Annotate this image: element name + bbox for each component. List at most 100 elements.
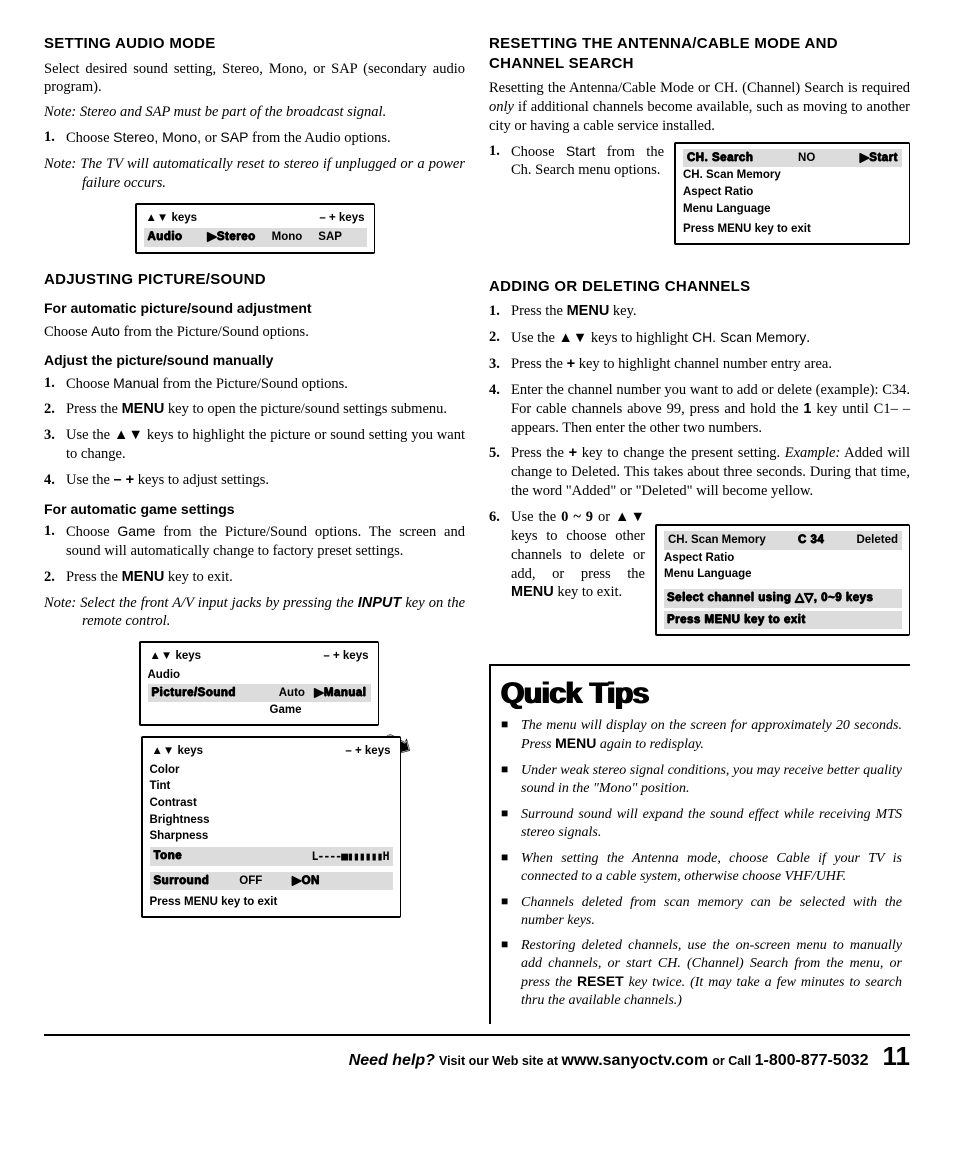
osd-hint-select: Select channel using △▽, 0~9 keys (664, 589, 902, 608)
sub-manual-adjustment: Adjust the picture/sound manually (44, 351, 465, 369)
osd-item-color: Color (150, 762, 393, 779)
tip-3: Surround sound will expand the sound eff… (501, 806, 902, 842)
heading-add-delete-channels: ADDING OR DELETING CHANNELS (489, 277, 910, 297)
text: . (806, 330, 810, 346)
heading-adjusting-picture-sound: ADJUSTING PICTURE/SOUND (44, 270, 465, 290)
label-reset-key: RESET (577, 973, 624, 989)
text: Press the (511, 356, 567, 372)
footer-call: or Call (712, 1054, 754, 1068)
footer-visit: Visit our Web site at (439, 1054, 562, 1068)
osd-hint-exit: Press MENU key to exit (664, 611, 902, 630)
note-broadcast-signal: Note: Stereo and SAP must be part of the… (44, 103, 465, 122)
osd-picture-sound-bottom: ▲▼ keys – + keys Color Tint Contrast Bri… (141, 736, 401, 918)
footer-url: www.sanyoctv.com (561, 1052, 708, 1069)
note-input-jacks: Note: Select the front A/V input jacks b… (44, 594, 465, 632)
plus-icon: + (567, 356, 575, 372)
text: keys to adjust settings. (134, 472, 269, 488)
text: key to change the present setting. (577, 445, 785, 461)
text: key. (609, 303, 636, 319)
footer-phone: 1-800-877-5032 (755, 1052, 869, 1069)
text: Press the (66, 401, 122, 417)
osd-audio-menu: ▲▼ keys – + keys Audio ▶Stereo Mono SAP (135, 203, 375, 254)
osd-item-brightness: Brightness (150, 812, 393, 829)
quick-tips-title: Quick Tips (501, 674, 902, 713)
text: Press the (511, 303, 567, 319)
osd-item-language: Menu Language (664, 566, 902, 583)
osd-item-on: ▶ON (292, 873, 320, 890)
text: from the Picture/Sound options. (120, 324, 309, 340)
step-game-1: 1. Choose Game from the Picture/Sound op… (44, 522, 465, 561)
step-add-5: 5. Press the + key to change the present… (489, 444, 910, 501)
tip-2: Under weak stereo signal conditions, you… (501, 762, 902, 798)
heading-resetting-antenna: RESETTING THE ANTENNA/CABLE MODE AND CHA… (489, 34, 910, 73)
step-add-6: 6. CH. Scan Memory C 34 Deleted Aspect R… (489, 508, 910, 644)
label-example: Example: (785, 445, 841, 461)
text: Press the (511, 445, 569, 461)
osd-item-off: OFF (239, 873, 262, 890)
text: again to redisplay. (596, 737, 704, 752)
label-game: Game (117, 523, 155, 539)
step-add-1: 1. Press the MENU key. (489, 302, 910, 321)
label-sap: SAP (220, 129, 248, 145)
plus-icon: + (569, 445, 577, 461)
footer-need-help: Need help? (349, 1052, 435, 1069)
text: from the Picture/Sound options. (159, 376, 348, 392)
osd-item-aspect: Aspect Ratio (664, 550, 902, 567)
text: key to highlight channel number entry ar… (575, 356, 832, 372)
label-one-key: 1 (803, 401, 811, 417)
text: Resetting the Antenna/Cable Mode or CH. … (489, 80, 910, 96)
osd-item-audio: Audio (148, 667, 371, 684)
osd-item-contrast: Contrast (150, 795, 393, 812)
osd-item-manual: ▶Manual (315, 687, 367, 699)
note-reset-stereo: Note: The TV will automatically reset to… (44, 155, 465, 193)
text: from the Audio options. (248, 130, 390, 146)
text: Choose (66, 130, 113, 146)
text: or (201, 130, 220, 146)
tip-5: Channels deleted from scan memory can be… (501, 894, 902, 930)
text: Use the ▲▼ keys to highlight (511, 330, 692, 346)
osd-item-scan-memory: CH. Scan Memory (668, 532, 766, 549)
label-input-key: INPUT (358, 595, 402, 611)
right-column: RESETTING THE ANTENNA/CABLE MODE AND CHA… (489, 30, 910, 1024)
step-wrap-chsearch: CH. Search NO ▶Start CH. Scan Memory Asp… (489, 142, 910, 253)
osd-slider: L----■▮▮▮▮▮▮H (311, 848, 388, 865)
step-choose-start: 1. Choose Start from the Ch. Search menu… (489, 142, 910, 181)
osd-item-c34: C 34 (798, 532, 824, 549)
label-plusminus: – + (114, 472, 135, 488)
text: if additional channels become available,… (489, 99, 910, 134)
text: Use the (66, 472, 114, 488)
osd-item-sap: SAP (318, 229, 342, 246)
label-menu-key: MENU (122, 401, 165, 417)
page-footer: Need help? Visit our Web site at www.san… (44, 1034, 910, 1074)
step-game-2: 2. Press the MENU key to exit. (44, 568, 465, 587)
tip-1: The menu will display on the screen for … (501, 717, 902, 754)
tip-4: When setting the Antenna mode, choose Ca… (501, 850, 902, 886)
page-number: 11 (883, 1041, 911, 1071)
osd-header-left: ▲▼ keys (152, 743, 204, 760)
tip-6: Restoring deleted channels, use the on-s… (501, 937, 902, 1010)
step-add-3: 3. Press the + key to highlight channel … (489, 355, 910, 374)
osd-exit-text: Press MENU key to exit (150, 894, 393, 911)
osd-header-left: ▲▼ keys (150, 648, 202, 665)
osd-item-language: Menu Language (683, 201, 902, 218)
step-add-4: 4. Enter the channel number you want to … (489, 381, 910, 438)
label-start: Start (566, 143, 596, 159)
label-0-9: 0 ~ 9 (561, 509, 593, 525)
osd-item-mono: Mono (272, 229, 303, 246)
osd-item-surround: Surround (154, 873, 210, 890)
text: Press the (66, 569, 122, 585)
two-column-layout: SETTING AUDIO MODE Select desired sound … (44, 30, 910, 1024)
osd-item-picture-sound: Picture/Sound (152, 685, 236, 702)
osd-item-sharpness: Sharpness (150, 828, 393, 845)
osd-picture-sound-top: ▲▼ keys – + keys Audio Picture/Sound Aut… (139, 641, 379, 726)
sub-game-settings: For automatic game settings (44, 500, 465, 518)
text-only: only (489, 99, 514, 115)
osd-header-right: – + keys (319, 210, 364, 227)
osd-item-deleted: Deleted (856, 532, 898, 549)
para-audio-intro: Select desired sound setting, Stereo, Mo… (44, 60, 465, 98)
para-choose-auto: Choose Auto from the Picture/Sound optio… (44, 322, 465, 342)
label-menu-key: MENU (511, 584, 554, 600)
osd-item-stereo: ▶Stereo (208, 229, 256, 246)
osd-item-auto: Auto (279, 687, 305, 699)
text: Use the (511, 509, 561, 525)
